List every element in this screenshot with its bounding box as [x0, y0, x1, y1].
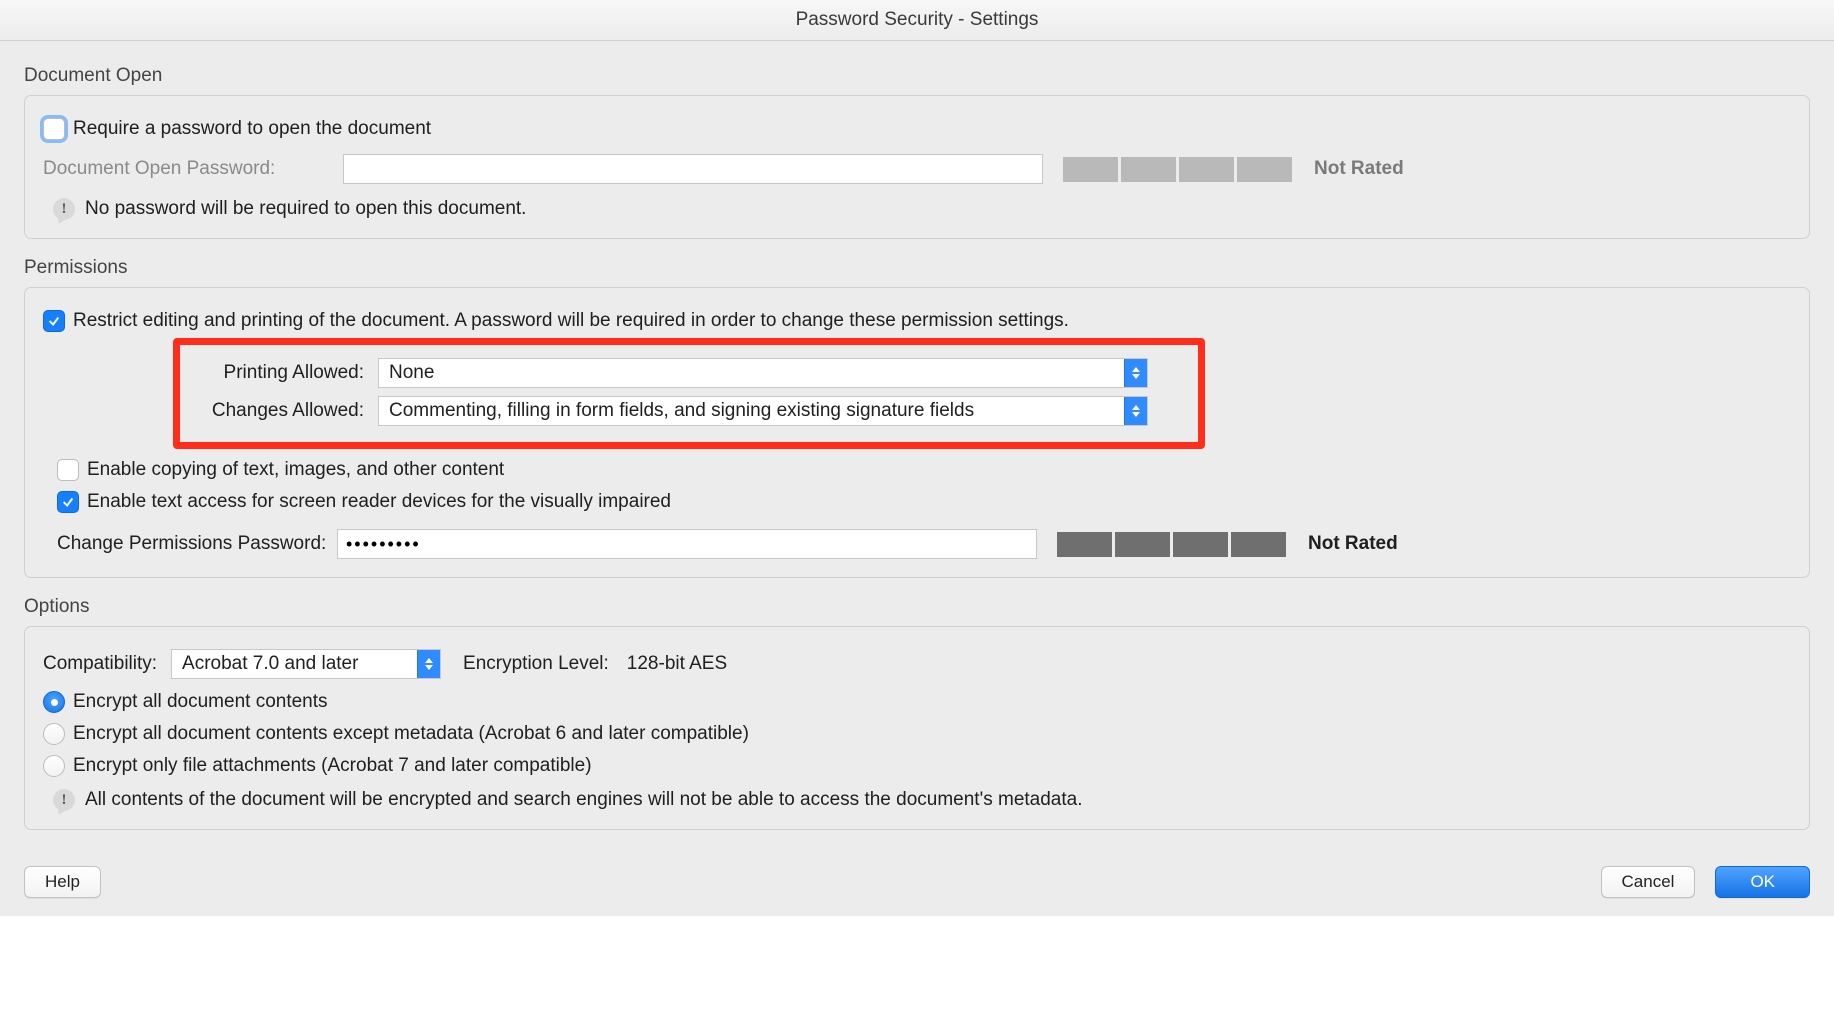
section-permissions: Permissions: [24, 257, 1810, 279]
group-options: Compatibility: Acrobat 7.0 and later Enc…: [24, 626, 1810, 830]
encrypt-attachments-radio[interactable]: [43, 755, 65, 777]
cancel-button[interactable]: Cancel: [1601, 866, 1696, 898]
info-icon: !: [53, 198, 75, 220]
open-password-input: [343, 154, 1043, 184]
window-title: Password Security - Settings: [0, 0, 1834, 41]
require-open-password-checkbox[interactable]: [43, 118, 65, 140]
encrypt-all-label: Encrypt all document contents: [73, 691, 328, 713]
open-password-rating: Not Rated: [1314, 158, 1404, 180]
changes-allowed-label: Changes Allowed:: [194, 400, 364, 422]
printing-allowed-label: Printing Allowed:: [194, 362, 364, 384]
encrypt-attachments-label: Encrypt only file attachments (Acrobat 7…: [73, 755, 592, 777]
help-button[interactable]: Help: [24, 866, 101, 898]
enable-copy-label: Enable copying of text, images, and othe…: [87, 459, 504, 481]
enable-screenreader-checkbox[interactable]: [57, 491, 79, 513]
require-open-password-label: Require a password to open the document: [73, 118, 431, 140]
permissions-password-rating: Not Rated: [1308, 533, 1398, 555]
encrypt-all-radio[interactable]: [43, 691, 65, 713]
dropdown-stepper-icon: [1124, 359, 1147, 387]
group-document-open: Require a password to open the document …: [24, 95, 1810, 239]
highlighted-region: Printing Allowed: None Changes Allowed: …: [173, 338, 1205, 449]
open-password-label: Document Open Password:: [43, 158, 343, 180]
permissions-password-label: Change Permissions Password:: [57, 533, 337, 555]
enable-screenreader-label: Enable text access for screen reader dev…: [87, 491, 671, 513]
section-document-open: Document Open: [24, 65, 1810, 87]
dropdown-stepper-icon: [1124, 397, 1147, 425]
open-password-info: No password will be required to open thi…: [85, 198, 526, 220]
restrict-editing-checkbox[interactable]: [43, 310, 65, 332]
section-options: Options: [24, 596, 1810, 618]
printing-allowed-dropdown[interactable]: None: [378, 358, 1148, 388]
permissions-password-strength: [1057, 532, 1286, 557]
ok-button[interactable]: OK: [1715, 866, 1810, 898]
open-password-strength: [1063, 157, 1292, 182]
compatibility-label: Compatibility:: [43, 653, 157, 675]
dropdown-stepper-icon: [417, 650, 440, 678]
encryption-level-label: Encryption Level:: [463, 653, 609, 675]
compatibility-dropdown[interactable]: Acrobat 7.0 and later: [171, 649, 441, 679]
info-icon: !: [53, 789, 75, 811]
permissions-password-input[interactable]: [337, 529, 1037, 559]
changes-allowed-value: Commenting, filling in form fields, and …: [389, 400, 974, 422]
encryption-level-value: 128-bit AES: [627, 653, 727, 675]
options-info-text: All contents of the document will be enc…: [85, 789, 1083, 811]
enable-copy-checkbox[interactable]: [57, 459, 79, 481]
compatibility-value: Acrobat 7.0 and later: [182, 653, 358, 675]
encrypt-except-metadata-radio[interactable]: [43, 723, 65, 745]
group-permissions: Restrict editing and printing of the doc…: [24, 287, 1810, 578]
encrypt-except-metadata-label: Encrypt all document contents except met…: [73, 723, 749, 745]
restrict-editing-label: Restrict editing and printing of the doc…: [73, 310, 1069, 332]
printing-allowed-value: None: [389, 362, 434, 384]
changes-allowed-dropdown[interactable]: Commenting, filling in form fields, and …: [378, 396, 1148, 426]
